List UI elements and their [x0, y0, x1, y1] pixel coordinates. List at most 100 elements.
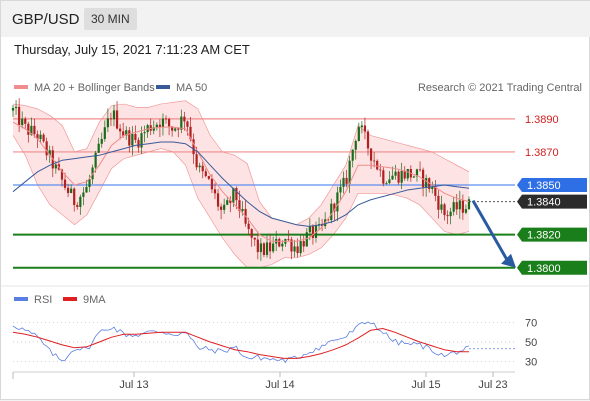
candle-body — [373, 160, 376, 162]
candle-body — [94, 152, 97, 168]
price-plot: 1.3890 1.3870 1.3850 1.3820 1.3800 1.3840 — [11, 98, 587, 275]
candle-body — [278, 238, 281, 247]
candle-body — [296, 246, 299, 254]
candle-body — [216, 193, 220, 207]
candle-body — [226, 200, 229, 205]
candle-body — [339, 186, 342, 193]
candle-body — [82, 192, 85, 197]
candle-body — [220, 206, 223, 210]
rsi-tick-70: 70 — [525, 318, 537, 330]
candle-body — [302, 241, 305, 247]
candle-body — [259, 243, 262, 253]
x-axis: Jul 13 Jul 14 Jul 15 Jul 23 — [12, 371, 515, 391]
candle-body — [458, 200, 461, 210]
rsi-ma-legend-swatch — [63, 297, 77, 301]
rsi-legend-label: RSI — [34, 294, 52, 306]
candle-body — [336, 192, 339, 212]
candle-body — [443, 204, 446, 216]
candle-body — [11, 108, 15, 111]
candle-body — [128, 130, 131, 146]
candle-body — [330, 203, 333, 221]
candle-body — [351, 149, 354, 161]
level-label-1.3850: 1.3850 — [527, 180, 561, 192]
candle-body — [281, 243, 284, 247]
candle-body — [235, 188, 238, 201]
candle-body — [394, 171, 397, 176]
candle-body — [467, 199, 471, 210]
candle-body — [348, 160, 351, 184]
x-tick-label: Jul 14 — [265, 379, 294, 391]
candle-body — [391, 175, 394, 180]
candle-body — [262, 243, 266, 255]
candle-body — [73, 188, 76, 206]
candle-body — [24, 118, 27, 124]
candle-body — [155, 124, 158, 128]
ma50-legend-swatch — [156, 85, 170, 89]
x-tick-label: Jul 15 — [411, 379, 440, 391]
candle-body — [134, 134, 137, 140]
candle-body — [425, 178, 428, 188]
ma20-legend-swatch — [14, 85, 28, 89]
candle-body — [247, 223, 250, 230]
price-chart: MA 20 + Bollinger Bands MA 50 Research ©… — [1, 82, 590, 391]
candle-body — [119, 128, 122, 132]
candle-body — [305, 232, 308, 247]
candle-body — [177, 128, 180, 130]
ma50-legend-label: MA 50 — [176, 82, 207, 94]
candle-body — [106, 118, 109, 128]
candle-body — [232, 188, 235, 203]
x-tick-label: Jul 23 — [478, 379, 507, 391]
level-label-1.3800: 1.3800 — [527, 263, 561, 275]
candle-body — [33, 125, 36, 135]
candle-body — [388, 179, 391, 184]
candle-body — [293, 246, 296, 252]
candle-body — [385, 183, 388, 184]
chart-widget: GBP/USD 30 MIN Thursday, July 15, 2021 7… — [0, 0, 590, 400]
level-label-1.3890: 1.3890 — [525, 114, 559, 126]
candle-body — [27, 123, 30, 135]
candle-body — [140, 133, 143, 148]
candle-body — [366, 131, 370, 149]
candle-body — [143, 132, 146, 134]
candle-body — [418, 169, 422, 171]
candle-body — [342, 177, 345, 187]
candle-body — [345, 177, 348, 184]
candle-body — [201, 165, 204, 172]
candle-body — [164, 118, 168, 120]
candle-body — [265, 242, 269, 255]
candle-body — [440, 204, 443, 210]
candle-body — [39, 134, 42, 139]
candle-body — [308, 226, 311, 233]
candle-body — [79, 196, 82, 207]
candle-body — [109, 118, 113, 120]
candle-body — [18, 106, 21, 126]
candle-body — [354, 140, 357, 150]
candle-body — [85, 187, 88, 193]
candle-body — [403, 170, 406, 179]
candle-body — [250, 229, 253, 238]
legend-rsi: RSI 9MA — [14, 294, 106, 306]
candle-body — [174, 128, 177, 131]
candle-body — [461, 200, 464, 213]
candle-body — [21, 118, 24, 126]
rsi-tick-30: 30 — [525, 356, 537, 368]
candle-body — [42, 134, 45, 142]
candle-body — [455, 202, 458, 210]
candle-body — [241, 208, 244, 212]
candle-body — [363, 125, 367, 132]
candle-body — [256, 239, 259, 253]
candle-body — [131, 134, 134, 146]
candle-body — [137, 139, 140, 148]
rsi-tick-50: 50 — [525, 337, 537, 349]
candle-body — [452, 202, 455, 212]
forecast-arrow-line — [471, 199, 509, 261]
candle-body — [70, 188, 73, 194]
candle-body — [186, 121, 189, 127]
candle-body — [379, 169, 382, 171]
candle-body — [369, 148, 373, 161]
candle-body — [437, 195, 440, 210]
candle-body — [167, 118, 171, 127]
candle-body — [360, 125, 363, 128]
candle-body — [287, 239, 290, 240]
candle-body — [357, 127, 360, 141]
